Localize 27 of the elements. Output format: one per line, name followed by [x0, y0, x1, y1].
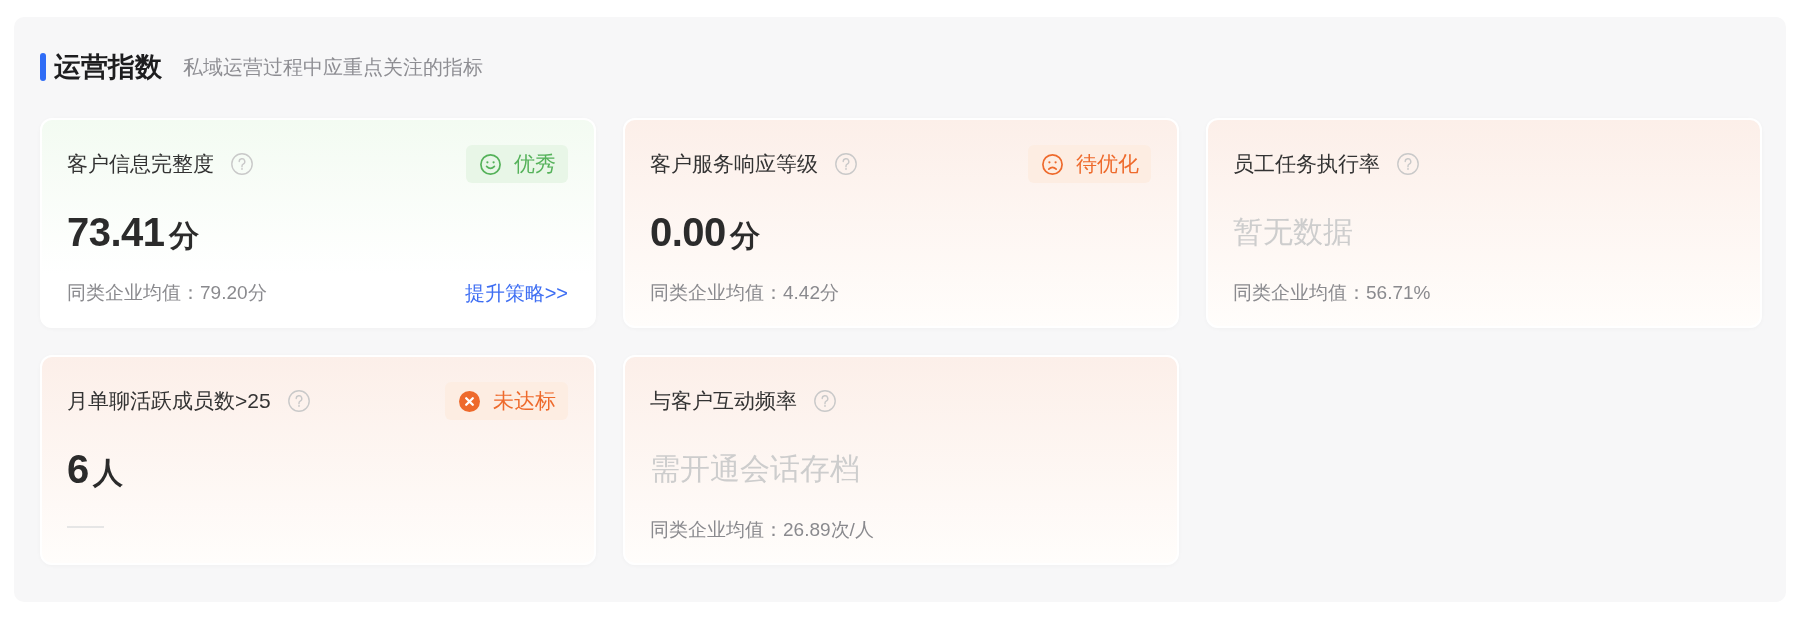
metric-value: 6人: [67, 447, 124, 491]
metric-title: 员工任务执行率: [1233, 151, 1380, 177]
sad-face-icon: [1042, 153, 1063, 175]
help-icon[interactable]: [814, 390, 836, 412]
smiley-face-icon: [480, 153, 501, 175]
metric-title: 客户信息完整度: [67, 151, 214, 177]
error-icon: [459, 390, 480, 412]
metric-title: 月单聊活跃成员数>25: [67, 388, 271, 414]
help-icon[interactable]: [287, 390, 310, 412]
help-icon[interactable]: [231, 153, 253, 175]
status-label: 优秀: [514, 151, 556, 177]
metric-value: 73.41分: [67, 210, 200, 254]
section-title: 运营指数: [54, 51, 162, 84]
peer-average-text: 同类企业均值：79.20分: [67, 281, 267, 305]
accent-bar: [40, 53, 46, 81]
peer-average-text: 同类企业均值：56.71%: [1233, 281, 1431, 305]
metric-title: 与客户互动频率: [650, 388, 797, 414]
help-icon[interactable]: [835, 153, 857, 175]
status-label: 未达标: [493, 388, 556, 414]
peer-average-text: 同类企业均值：26.89次/人: [650, 518, 874, 542]
section-subtitle: 私域运营过程中应重点关注的指标: [183, 54, 483, 80]
metric-value: 0.00分: [650, 210, 761, 254]
peer-average-text: 同类企业均值：4.42分: [650, 281, 839, 305]
help-icon[interactable]: [1397, 153, 1419, 175]
status-label: 待优化: [1076, 151, 1139, 177]
metric-title: 客户服务响应等级: [650, 151, 818, 177]
strategy-link[interactable]: 提升策略>>: [464, 279, 568, 307]
